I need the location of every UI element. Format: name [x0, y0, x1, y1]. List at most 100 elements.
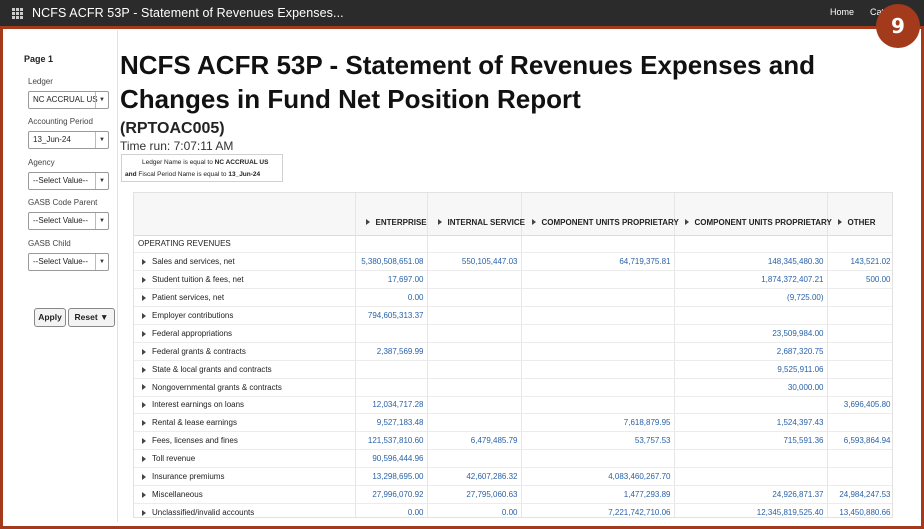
value-cell[interactable]	[427, 449, 522, 469]
expand-triangle-icon[interactable]	[142, 348, 146, 355]
value-cell[interactable]: 2,687,320.75	[674, 342, 828, 361]
value-cell[interactable]: 24,984,247.53	[827, 485, 892, 504]
value-cell[interactable]: 23,509,984.00	[674, 324, 828, 343]
value-cell[interactable]	[427, 324, 522, 343]
value-cell[interactable]: 17,697.00	[355, 270, 428, 290]
value-cell[interactable]	[674, 467, 828, 486]
value-cell[interactable]	[427, 396, 522, 415]
row-label-cell[interactable]: Federal grants & contracts	[134, 342, 356, 361]
value-cell[interactable]	[521, 396, 675, 415]
row-label-cell[interactable]: Nongovernmental grants & contracts	[134, 378, 356, 397]
expand-triangle-icon[interactable]	[142, 420, 146, 427]
nav-home-link[interactable]: Home	[830, 7, 854, 17]
value-cell[interactable]	[521, 288, 675, 308]
value-cell[interactable]	[827, 378, 892, 397]
expand-triangle-icon[interactable]	[142, 473, 146, 480]
value-cell[interactable]: 1,477,293.89	[521, 485, 675, 504]
value-cell[interactable]: 24,926,871.37	[674, 485, 828, 504]
column-header[interactable]: COMPONENT UNITS PROPRIETARY	[521, 193, 679, 236]
row-label-cell[interactable]: Student tuition & fees, net	[134, 270, 356, 290]
value-cell[interactable]	[521, 270, 675, 290]
value-cell[interactable]: 2,387,569.99	[355, 342, 428, 361]
row-label-cell[interactable]: Toll revenue	[134, 449, 356, 469]
value-cell[interactable]: 12,345,819,525.40	[674, 503, 828, 517]
expand-triangle-icon[interactable]	[142, 312, 146, 319]
value-cell[interactable]	[674, 449, 828, 469]
value-cell[interactable]	[355, 378, 428, 397]
row-label-cell[interactable]: Employer contributions	[134, 306, 356, 325]
chevron-down-icon[interactable]: ▼	[95, 132, 108, 148]
row-label-cell[interactable]: Interest earnings on loans	[134, 396, 356, 415]
expand-triangle-icon[interactable]	[142, 384, 146, 391]
expand-triangle-icon[interactable]	[684, 219, 689, 226]
value-cell[interactable]: 27,996,070.92	[355, 485, 428, 504]
value-cell[interactable]: 1,524,397.43	[674, 413, 828, 433]
expand-triangle-icon[interactable]	[437, 219, 442, 226]
value-cell[interactable]: 7,221,742,710.06	[521, 503, 675, 517]
value-cell[interactable]: 13,450,880.66	[827, 503, 892, 517]
row-label-cell[interactable]: Rental & lease earnings	[134, 413, 356, 433]
value-cell[interactable]	[827, 467, 892, 486]
value-cell[interactable]	[427, 413, 522, 433]
value-cell[interactable]	[427, 306, 522, 325]
value-cell[interactable]: 90,596,444.96	[355, 449, 428, 469]
row-label-cell[interactable]: Unclassified/invalid accounts	[134, 503, 356, 517]
value-cell[interactable]	[355, 324, 428, 343]
expand-triangle-icon[interactable]	[142, 259, 146, 266]
row-label-cell[interactable]: Miscellaneous	[134, 485, 356, 504]
value-cell[interactable]: 4,083,460,267.70	[521, 467, 675, 486]
accounting-period-select[interactable]: 13_Jun-24 ▼	[28, 131, 109, 149]
value-cell[interactable]: 143,521.02	[827, 252, 892, 272]
gasb-code-parent-select[interactable]: --Select Value-- ▼	[28, 212, 109, 230]
row-label-cell[interactable]: Fees, licenses and fines	[134, 431, 356, 451]
value-cell[interactable]	[827, 288, 892, 308]
value-cell[interactable]	[827, 324, 892, 343]
agency-select[interactable]: --Select Value-- ▼	[28, 172, 109, 190]
value-cell[interactable]: 148,345,480.30	[674, 252, 828, 272]
value-cell[interactable]: 550,105,447.03	[427, 252, 522, 272]
chevron-down-icon[interactable]: ▼	[95, 254, 108, 270]
expand-triangle-icon[interactable]	[142, 509, 146, 516]
value-cell[interactable]: 64,719,375.81	[521, 252, 675, 272]
value-cell[interactable]: 0.00	[427, 503, 522, 517]
value-cell[interactable]: 715,591.36	[674, 431, 828, 451]
expand-triangle-icon[interactable]	[531, 219, 536, 226]
expand-triangle-icon[interactable]	[142, 438, 146, 445]
value-cell[interactable]	[827, 342, 892, 361]
apply-button[interactable]: Apply	[34, 308, 66, 327]
expand-triangle-icon[interactable]	[365, 219, 370, 226]
value-cell[interactable]: 500.00	[827, 270, 892, 290]
value-cell[interactable]: 794,605,313.37	[355, 306, 428, 325]
value-cell[interactable]	[827, 449, 892, 469]
value-cell[interactable]: (9,725.00)	[674, 288, 828, 308]
column-header[interactable]: ENTERPRISE	[355, 193, 428, 236]
expand-triangle-icon[interactable]	[142, 366, 146, 373]
value-cell[interactable]: 9,527,183.48	[355, 413, 428, 433]
value-cell[interactable]: 7,618,879.95	[521, 413, 675, 433]
apps-grid-icon[interactable]	[12, 8, 23, 19]
value-cell[interactable]: 30,000.00	[674, 378, 828, 397]
value-cell[interactable]	[427, 360, 522, 379]
value-cell[interactable]	[521, 324, 675, 343]
column-header[interactable]: OTHER	[827, 193, 892, 236]
value-cell[interactable]: 1,874,372,407.21	[674, 270, 828, 290]
value-cell[interactable]	[521, 449, 675, 469]
expand-triangle-icon[interactable]	[142, 456, 146, 463]
value-cell[interactable]: 12,034,717.28	[355, 396, 428, 415]
value-cell[interactable]	[521, 360, 675, 379]
ledger-select[interactable]: NC ACCRUAL US ▼	[28, 91, 109, 109]
value-cell[interactable]	[827, 360, 892, 379]
chevron-down-icon[interactable]: ▼	[95, 92, 108, 108]
value-cell[interactable]: 6,593,864.94	[827, 431, 892, 451]
gasb-child-select[interactable]: --Select Value-- ▼	[28, 253, 109, 271]
value-cell[interactable]	[427, 342, 522, 361]
value-cell[interactable]	[521, 378, 675, 397]
value-cell[interactable]: 42,607,286.32	[427, 467, 522, 486]
value-cell[interactable]: 121,537,810.60	[355, 431, 428, 451]
expand-triangle-icon[interactable]	[142, 491, 146, 498]
expand-triangle-icon[interactable]	[142, 402, 146, 409]
value-cell[interactable]: 9,525,911.06	[674, 360, 828, 379]
row-label-cell[interactable]: Sales and services, net	[134, 252, 356, 272]
row-label-cell[interactable]: State & local grants and contracts	[134, 360, 356, 379]
column-header[interactable]: COMPONENT UNITS PROPRIETARY	[674, 193, 832, 236]
